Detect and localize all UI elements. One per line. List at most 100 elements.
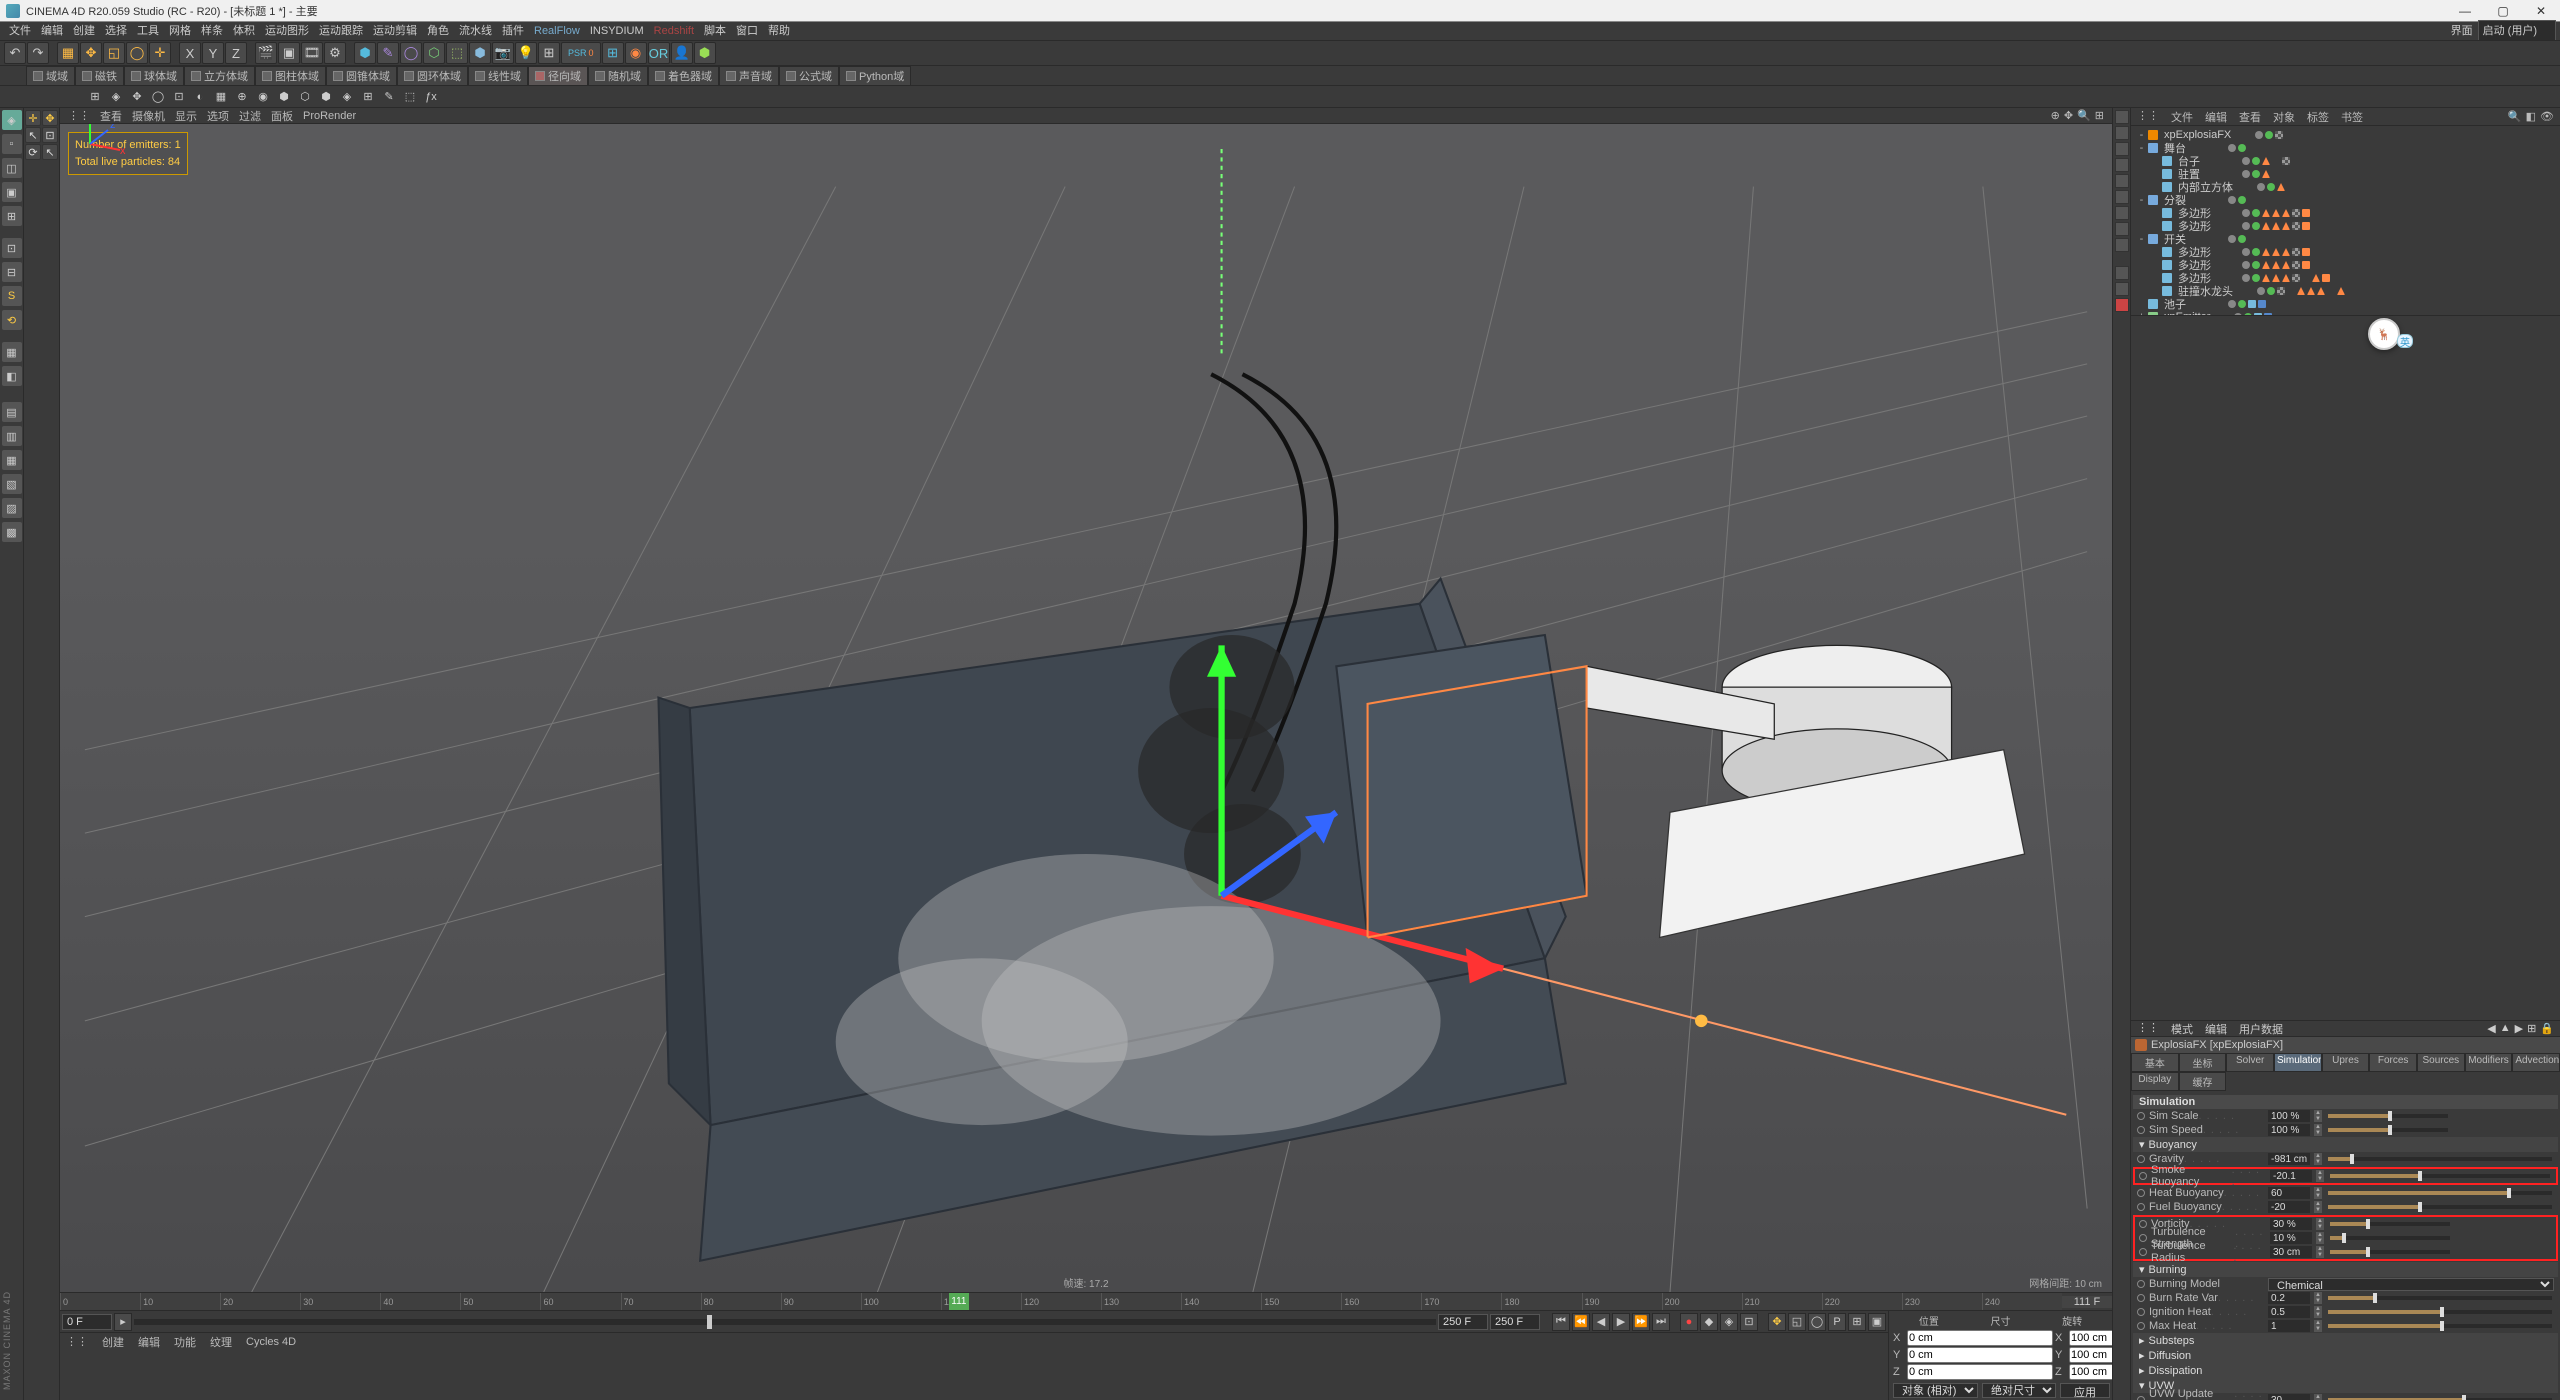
volume-button[interactable]: OR bbox=[648, 42, 670, 64]
om-search-icon[interactable]: 🔍 bbox=[2508, 110, 2522, 123]
field-button[interactable]: 👤 bbox=[671, 42, 693, 64]
sec-tab-5[interactable]: 圆锥体域 bbox=[326, 66, 397, 86]
attr-tab-forces[interactable]: Forces bbox=[2369, 1053, 2417, 1072]
axis-x-button[interactable]: X bbox=[179, 42, 201, 64]
ms-icon[interactable] bbox=[2115, 222, 2129, 236]
menu-character[interactable]: 角色 bbox=[422, 22, 454, 40]
dynamics-button[interactable]: ◉ bbox=[625, 42, 647, 64]
sec-tab-6[interactable]: 圆环体域 bbox=[397, 66, 468, 86]
lp-s1-icon[interactable]: ▤ bbox=[2, 402, 22, 422]
vp-nav1-icon[interactable]: ⊕ bbox=[2051, 109, 2060, 122]
t-opt4[interactable]: P bbox=[1828, 1313, 1846, 1331]
t-opt5[interactable]: ⊞ bbox=[1848, 1313, 1866, 1331]
lp-s3-icon[interactable]: ▦ bbox=[2, 450, 22, 470]
menu-spline[interactable]: 样条 bbox=[196, 22, 228, 40]
light-button[interactable]: 💡 bbox=[515, 42, 537, 64]
turbs-input[interactable] bbox=[2270, 1232, 2312, 1244]
ms-icon[interactable] bbox=[2115, 282, 2129, 296]
coord-X-pos[interactable] bbox=[1907, 1330, 2053, 1346]
sb-cycles[interactable]: Cycles 4D bbox=[246, 1336, 296, 1348]
spline-pen[interactable]: ✎ bbox=[377, 42, 399, 64]
grip-icon[interactable]: ⋮⋮ bbox=[66, 1335, 88, 1348]
select-tool[interactable]: ▦ bbox=[57, 42, 79, 64]
attr-nav-icon[interactable]: ▲ bbox=[2500, 1022, 2511, 1035]
ts-spin[interactable]: ▸ bbox=[114, 1313, 132, 1331]
sb-create[interactable]: 创建 bbox=[102, 1334, 124, 1350]
irow-icon[interactable]: ✥ bbox=[128, 88, 146, 106]
vptab-filter[interactable]: 过滤 bbox=[239, 108, 261, 124]
generator-button[interactable]: ⬡ bbox=[423, 42, 445, 64]
menu-mograph[interactable]: 运动图形 bbox=[260, 22, 314, 40]
om-view[interactable]: 查看 bbox=[2239, 109, 2261, 125]
simscale-input[interactable] bbox=[2268, 1110, 2310, 1122]
smokeb-input[interactable] bbox=[2270, 1170, 2312, 1182]
vp-nav2-icon[interactable]: ✥ bbox=[2064, 109, 2073, 122]
menu-insydium[interactable]: INSYDIUM bbox=[585, 22, 649, 40]
vort-slider[interactable] bbox=[2330, 1222, 2450, 1226]
lp2-icon[interactable]: ↖ bbox=[42, 144, 58, 160]
menu-select[interactable]: 选择 bbox=[100, 22, 132, 40]
attr-tab-advection[interactable]: Advection bbox=[2512, 1053, 2560, 1072]
vptab-options[interactable]: 选项 bbox=[207, 108, 229, 124]
irow-icon[interactable]: ⬡ bbox=[296, 88, 314, 106]
attr-lock-icon[interactable]: 🔒 bbox=[2540, 1022, 2554, 1035]
lp-s5-icon[interactable]: ▨ bbox=[2, 498, 22, 518]
lp-t1-icon[interactable]: ⊡ bbox=[2, 238, 22, 258]
menu-create[interactable]: 创建 bbox=[68, 22, 100, 40]
maxheat-slider[interactable] bbox=[2328, 1324, 2552, 1328]
sec-tab-1[interactable]: 磁铁 bbox=[75, 66, 124, 86]
scale-tool[interactable]: ◱ bbox=[103, 42, 125, 64]
sec-tab-12[interactable]: 公式域 bbox=[779, 66, 839, 86]
tag-button[interactable]: ⬢ bbox=[694, 42, 716, 64]
subsection-substeps[interactable]: ▸ Substeps bbox=[2133, 1333, 2558, 1348]
attr-tab-display[interactable]: Display bbox=[2131, 1072, 2179, 1091]
sec-tab-9[interactable]: 随机域 bbox=[588, 66, 648, 86]
lp2-icon[interactable]: ⟳ bbox=[25, 144, 41, 160]
attr-tab-基本[interactable]: 基本 bbox=[2131, 1053, 2179, 1072]
lp-t3-icon[interactable]: S bbox=[2, 286, 22, 306]
lasttool-button[interactable]: ✛ bbox=[149, 42, 171, 64]
menu-plugins[interactable]: 插件 bbox=[497, 22, 529, 40]
sec-tab-8[interactable]: 径向域 bbox=[528, 66, 588, 86]
menu-file[interactable]: 文件 bbox=[4, 22, 36, 40]
key-button[interactable]: ◆ bbox=[1700, 1313, 1718, 1331]
irow-icon[interactable]: ▦ bbox=[212, 88, 230, 106]
burning-model-select[interactable]: Chemical bbox=[2268, 1278, 2554, 1291]
ms-icon[interactable] bbox=[2115, 174, 2129, 188]
irow-icon[interactable]: ◯ bbox=[149, 88, 167, 106]
lp-cube-icon[interactable]: ◈ bbox=[2, 110, 22, 130]
attr-nav-icon[interactable]: ⊞ bbox=[2527, 1022, 2536, 1035]
timeline[interactable]: 0102030405060708090100110120130140150160… bbox=[60, 1292, 2112, 1310]
simscale-slider[interactable] bbox=[2328, 1114, 2448, 1118]
ignheat-slider[interactable] bbox=[2328, 1310, 2552, 1314]
grip-icon[interactable]: ⋮⋮ bbox=[2137, 109, 2159, 125]
om-edit[interactable]: 编辑 bbox=[2205, 109, 2227, 125]
t-opt2[interactable]: ◱ bbox=[1788, 1313, 1806, 1331]
irow-icon[interactable]: ⊡ bbox=[170, 88, 188, 106]
mograph-button[interactable]: ⊞ bbox=[602, 42, 624, 64]
lp-t2-icon[interactable]: ⊟ bbox=[2, 262, 22, 282]
deformer-button[interactable]: ⬚ bbox=[446, 42, 468, 64]
close-button[interactable]: ✕ bbox=[2528, 2, 2554, 20]
irow-icon[interactable]: ◈ bbox=[338, 88, 356, 106]
irow-icon[interactable]: ◈ bbox=[107, 88, 125, 106]
layout-select[interactable]: 启动 (用户) bbox=[2478, 20, 2556, 42]
attr-nav-icon[interactable]: ▶ bbox=[2515, 1022, 2523, 1035]
lp-uv-icon[interactable]: ⊞ bbox=[2, 206, 22, 226]
irow-icon[interactable]: ƒx bbox=[422, 88, 440, 106]
t-opt6[interactable]: ▣ bbox=[1868, 1313, 1886, 1331]
rec-button[interactable]: ● bbox=[1680, 1313, 1698, 1331]
axis-y-button[interactable]: Y bbox=[202, 42, 224, 64]
attr-tab-坐标[interactable]: 坐标 bbox=[2179, 1053, 2227, 1072]
coord-mode-select[interactable]: 对象 (相对) bbox=[1893, 1383, 1978, 1398]
grip-icon[interactable]: ⋮⋮ bbox=[2137, 1021, 2159, 1037]
vptab-panel[interactable]: 面板 bbox=[271, 108, 293, 124]
render-picture-button[interactable]: 🎞 bbox=[301, 42, 323, 64]
sec-tab-10[interactable]: 着色器域 bbox=[648, 66, 719, 86]
lp-s6-icon[interactable]: ▩ bbox=[2, 522, 22, 542]
sec-tab-11[interactable]: 声音域 bbox=[719, 66, 779, 86]
transport-start[interactable] bbox=[62, 1314, 112, 1330]
subsection-burning[interactable]: ▾ Burning bbox=[2133, 1262, 2558, 1277]
ms-icon[interactable] bbox=[2115, 158, 2129, 172]
om-obj[interactable]: 对象 bbox=[2273, 109, 2295, 125]
